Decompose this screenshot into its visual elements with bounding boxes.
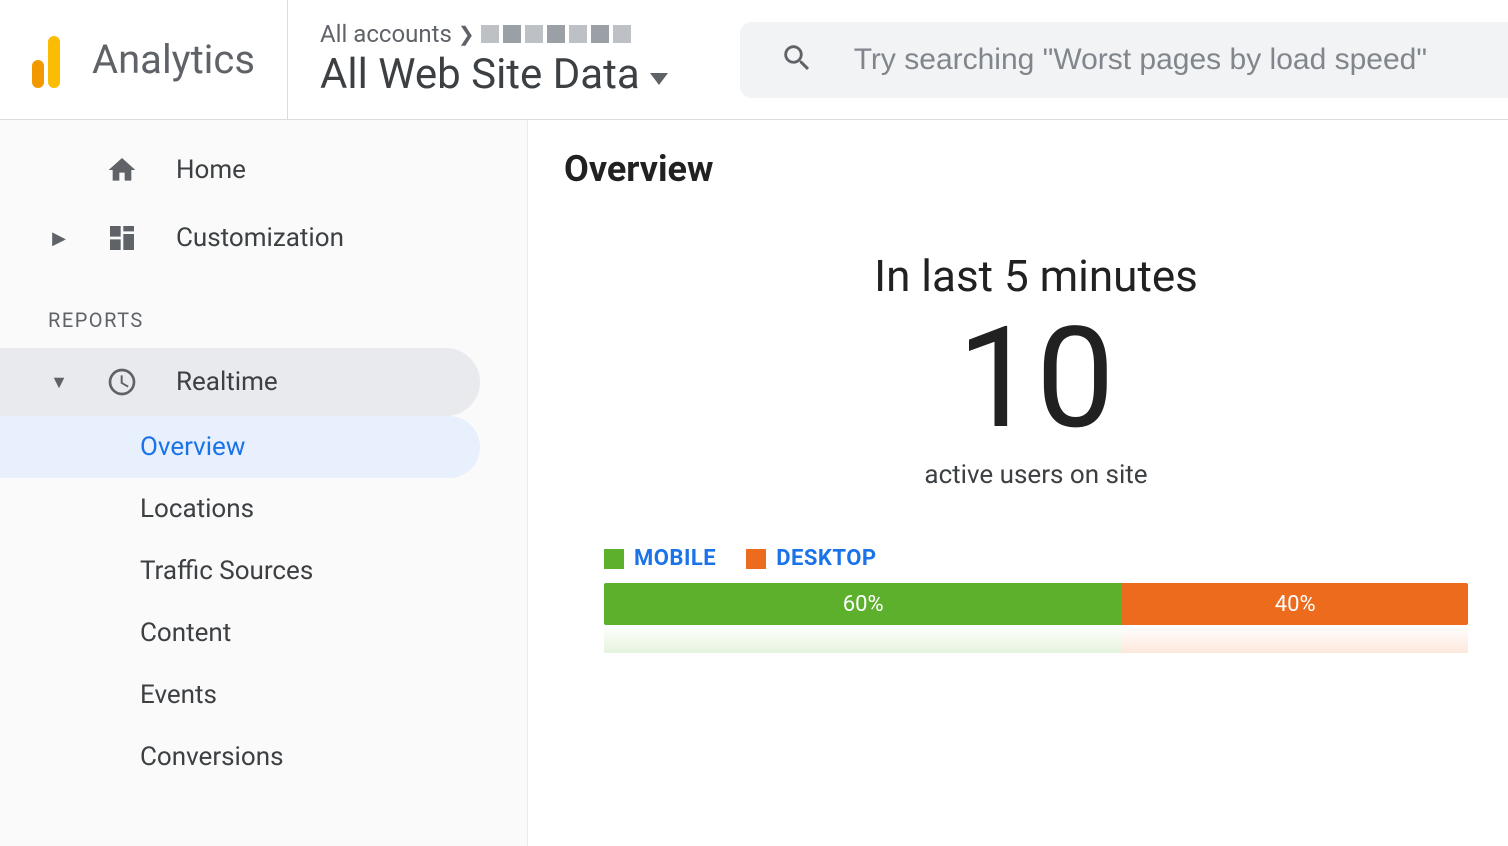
active-users-widget: In last 5 minutes 10 active users on sit… [564, 250, 1508, 490]
search-input[interactable] [854, 43, 1508, 77]
account-breadcrumb-label: All accounts [320, 20, 452, 48]
sidebar-subitem-conversions[interactable]: Conversions [0, 726, 480, 788]
sidebar-item-label: Content [140, 618, 231, 648]
sidebar-item-label: Overview [140, 432, 245, 462]
device-split-bar: 60% 40% [604, 583, 1468, 625]
home-icon [104, 154, 140, 186]
view-name: All Web Site Data [320, 50, 640, 99]
sidebar-item-label: Realtime [176, 367, 278, 397]
bar-segment-label: 40% [1275, 592, 1316, 617]
legend-swatch-desktop [746, 549, 766, 569]
analytics-logo-icon [32, 32, 60, 88]
sidebar-subitem-overview[interactable]: Overview [0, 416, 480, 478]
time-window-label: In last 5 minutes [564, 250, 1508, 302]
chevron-right-icon: ▶ [50, 228, 68, 249]
sidebar-subitem-traffic-sources[interactable]: Traffic Sources [0, 540, 480, 602]
dashboard-icon [104, 222, 140, 254]
account-name-redacted [481, 25, 631, 43]
product-name: Analytics [92, 36, 255, 83]
active-users-caption: active users on site [564, 460, 1508, 490]
sidebar-item-customization[interactable]: ▶ Customization [0, 204, 527, 272]
sidebar-item-realtime[interactable]: ▼ Realtime [0, 348, 480, 416]
device-split-bar-reflection [604, 625, 1468, 653]
sidebar-item-label: Traffic Sources [140, 556, 313, 586]
chevron-right-icon: ❯ [458, 22, 475, 46]
sidebar-subitem-events[interactable]: Events [0, 664, 480, 726]
sidebar-subitem-content[interactable]: Content [0, 602, 480, 664]
sidebar-subitem-locations[interactable]: Locations [0, 478, 480, 540]
sidebar-item-home[interactable]: ▶ Home [0, 136, 527, 204]
sidebar-item-label: Home [176, 155, 246, 185]
sidebar-item-label: Customization [176, 223, 344, 253]
global-search[interactable] [740, 22, 1508, 98]
page-title: Overview [564, 148, 1508, 190]
app-header: Analytics All accounts ❯ All Web Site Da… [0, 0, 1508, 120]
sidebar-item-label: Conversions [140, 742, 283, 772]
clock-icon [104, 366, 140, 398]
sidebar-section-reports: REPORTS [0, 292, 527, 348]
legend-label: DESKTOP [776, 546, 876, 571]
bar-segment-label: 60% [843, 592, 884, 617]
legend-swatch-mobile [604, 549, 624, 569]
sidebar-item-label: Events [140, 680, 217, 710]
legend-item-desktop[interactable]: DESKTOP [746, 546, 876, 571]
account-picker[interactable]: All accounts ❯ All Web Site Data [288, 0, 700, 119]
chevron-down-icon: ▼ [50, 372, 68, 393]
bar-segment-desktop: 40% [1122, 583, 1468, 625]
active-users-count: 10 [564, 302, 1508, 456]
sidebar-item-label: Locations [140, 494, 254, 524]
main-content: Overview In last 5 minutes 10 active use… [528, 120, 1508, 846]
search-icon [780, 41, 814, 79]
legend-item-mobile[interactable]: MOBILE [604, 546, 716, 571]
legend-label: MOBILE [634, 546, 716, 571]
sidebar-nav: ▶ Home ▶ Customization REPORTS ▼ Realtim… [0, 120, 528, 846]
bar-segment-mobile: 60% [604, 583, 1122, 625]
logo-block[interactable]: Analytics [32, 0, 288, 119]
caret-down-icon [650, 73, 668, 85]
device-legend: MOBILE DESKTOP [564, 546, 1508, 571]
